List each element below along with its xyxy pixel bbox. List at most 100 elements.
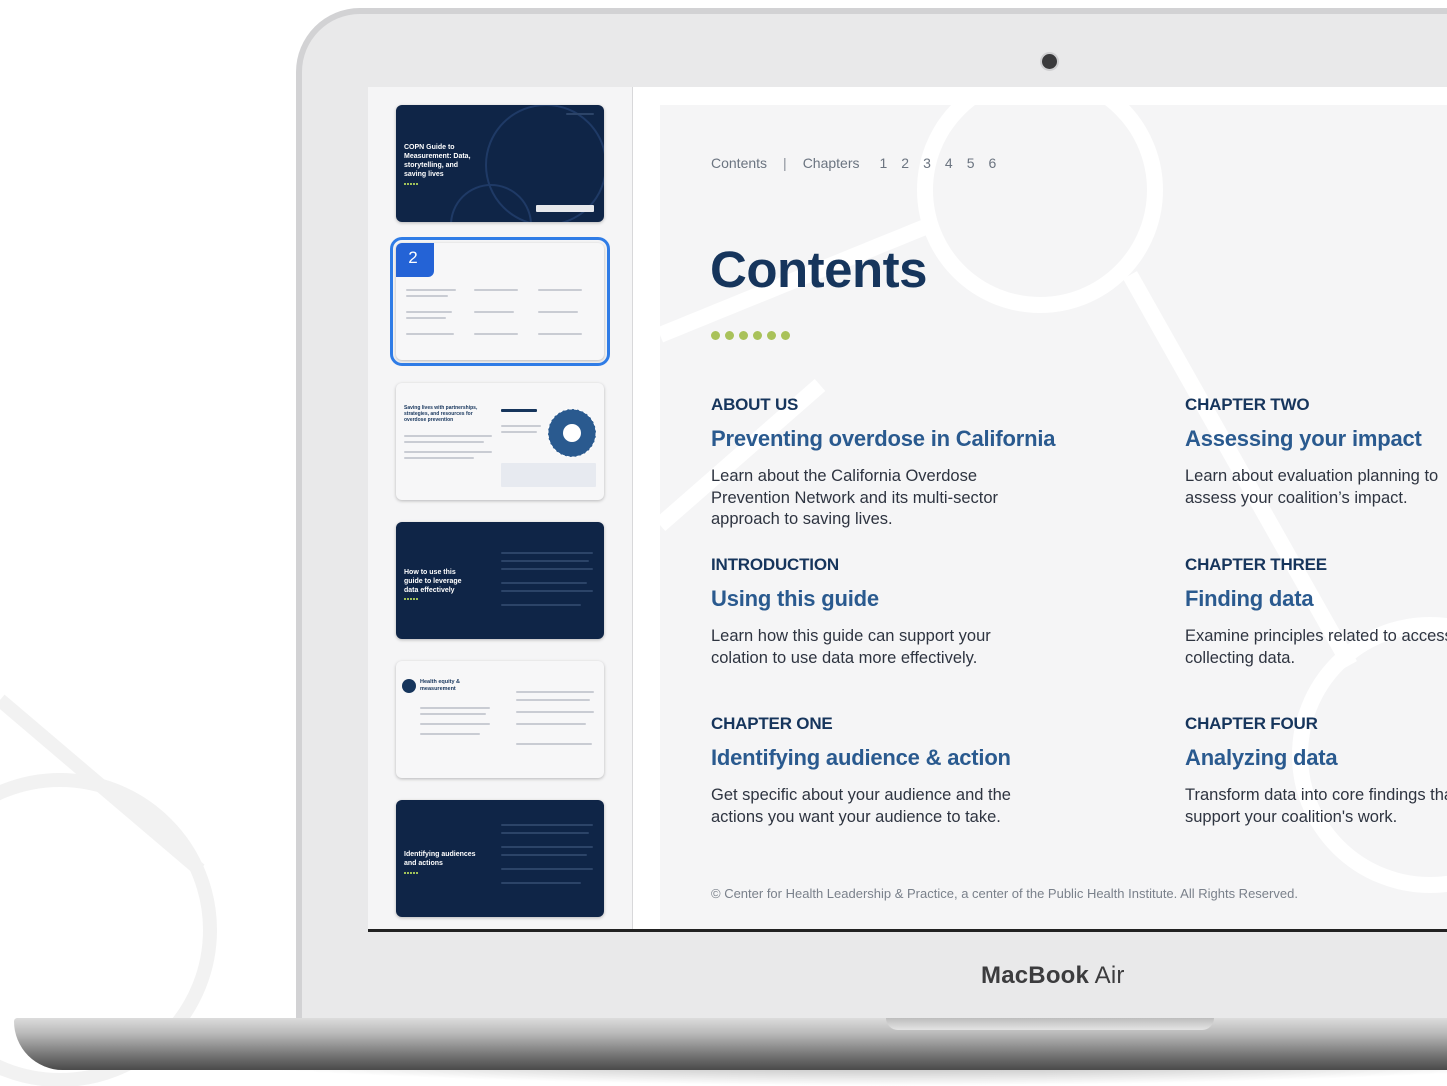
copyright-footer: © Center for Health Leadership & Practic… <box>711 886 1298 901</box>
equity-icon <box>402 679 416 693</box>
thumbnail-text <box>501 425 541 427</box>
page-title: Contents <box>710 241 927 298</box>
nav-page-1[interactable]: 1 <box>880 155 888 171</box>
thumbnail-text <box>474 289 518 291</box>
thumbnail-text <box>501 854 587 856</box>
thumbnail-dots <box>404 183 418 185</box>
section-heading[interactable]: Preventing overdose in California <box>711 426 1131 452</box>
section-category: ABOUT US <box>711 395 799 414</box>
thumbnail-text <box>501 882 581 884</box>
page-thumbnail-4[interactable]: How to use this guide to leverage data e… <box>396 522 604 639</box>
selected-page-number: 2 <box>396 243 434 277</box>
section-description: Learn about the California Overdose Prev… <box>711 467 999 528</box>
thumbnail-text <box>404 441 484 443</box>
thumbnail-text <box>406 289 456 291</box>
thumbnail-text <box>501 846 593 848</box>
section-about-us[interactable]: ABOUT US Preventing overdose in Californ… <box>711 395 1131 531</box>
page-thumbnail-5[interactable]: Health equity & measurement <box>396 661 604 778</box>
thumbnail-info-box <box>501 463 596 487</box>
thumbnail-dots <box>404 872 418 874</box>
thumbnail-title: Identifying audiences and actions <box>404 851 476 867</box>
thumbnail-text <box>501 568 593 570</box>
section-chapter-one[interactable]: CHAPTER ONE Identifying audience & actio… <box>711 714 1131 828</box>
section-heading[interactable]: Assessing your impact <box>1185 426 1447 452</box>
section-category: CHAPTER ONE <box>711 714 833 733</box>
thumbnail-text <box>474 333 518 335</box>
thumbnail-text <box>404 457 474 459</box>
laptop-screen: COPN Guide to Measurement: Data, storyte… <box>368 87 1447 932</box>
nav-page-6[interactable]: 6 <box>988 155 996 171</box>
page-thumbnail-6[interactable]: Identifying audiences and actions <box>396 800 604 917</box>
thumbnail-text <box>516 723 586 725</box>
nav-page-2[interactable]: 2 <box>901 155 909 171</box>
thumbnail-text <box>538 333 582 335</box>
thumbnail-text <box>406 311 452 313</box>
section-description: Learn how this guide can support your co… <box>711 627 991 667</box>
section-introduction[interactable]: INTRODUCTION Using this guide Learn how … <box>711 555 1131 669</box>
thumbnail-text <box>404 451 492 453</box>
section-category: CHAPTER FOUR <box>1185 714 1318 733</box>
nav-page-4[interactable]: 4 <box>945 155 953 171</box>
nav-chapters-label[interactable]: Chapters <box>803 155 860 171</box>
thumbnail-text <box>516 711 594 713</box>
section-heading[interactable]: Using this guide <box>711 586 1131 612</box>
page-thumbnail-sidebar: COPN Guide to Measurement: Data, storyte… <box>368 87 633 929</box>
nav-separator: | <box>783 155 787 171</box>
thumbnail-text <box>406 295 448 297</box>
section-chapter-three[interactable]: CHAPTER THREE Finding data Examine princ… <box>1185 555 1447 669</box>
thumbnail-text <box>501 868 593 870</box>
thumbnail-text <box>516 691 594 693</box>
thumbnail-logo <box>566 113 594 115</box>
thumbnail-text <box>420 733 480 735</box>
page-thumbnail-2[interactable]: 2 <box>390 237 610 366</box>
thumbnail-title: Saving lives with partnerships, strategi… <box>404 405 478 423</box>
laptop-base-notch <box>886 1018 1214 1030</box>
section-heading[interactable]: Analyzing data <box>1185 745 1447 771</box>
section-category: CHAPTER TWO <box>1185 395 1310 414</box>
thumbnail-text <box>420 713 486 715</box>
thumbnail-text <box>501 560 589 562</box>
thumbnail-title: How to use this guide to leverage data e… <box>404 569 462 594</box>
laptop-brand-label: MacBook Air <box>981 962 1125 989</box>
section-chapter-four[interactable]: CHAPTER FOUR Analyzing data Transform da… <box>1185 714 1447 828</box>
nav-page-3[interactable]: 3 <box>923 155 931 171</box>
nav-page-5[interactable]: 5 <box>967 155 975 171</box>
thumbnail-text <box>501 431 537 433</box>
thumbnail-wheel-icon <box>547 408 597 458</box>
thumbnail-text <box>501 604 581 606</box>
section-heading[interactable]: Finding data <box>1185 586 1447 612</box>
section-category: INTRODUCTION <box>711 555 839 574</box>
thumbnail-text <box>538 311 578 313</box>
nav-contents-link[interactable]: Contents <box>711 155 767 171</box>
thumbnail-text <box>501 832 589 834</box>
thumbnail-text <box>406 317 446 319</box>
thumbnail-text <box>420 707 490 709</box>
thumbnail-text <box>538 289 582 291</box>
thumbnail-text <box>501 582 587 584</box>
thumbnail-text <box>516 743 592 745</box>
section-category: CHAPTER THREE <box>1185 555 1327 574</box>
thumbnail-text <box>420 723 490 725</box>
thumbnail-text <box>406 333 454 335</box>
section-description: Learn about evaluation planning to asses… <box>1185 467 1439 507</box>
thumbnail-text <box>501 552 593 554</box>
thumbnail-logos <box>536 205 594 212</box>
webcam-icon <box>1042 54 1057 69</box>
section-heading[interactable]: Identifying audience & action <box>711 745 1131 771</box>
thumbnail-text <box>501 409 537 412</box>
laptop-base <box>14 1018 1447 1070</box>
section-description: Examine principles related to accessing … <box>1185 627 1447 667</box>
thumbnail-text <box>501 590 593 592</box>
thumbnail-text <box>474 311 514 313</box>
page-thumbnail-3[interactable]: Saving lives with partnerships, strategi… <box>396 383 604 500</box>
page-navigation: Contents | Chapters 1 2 3 4 5 6 <box>711 155 996 171</box>
thumbnail-text <box>404 435 492 437</box>
thumbnail-text <box>501 824 593 826</box>
page-thumbnail-1[interactable]: COPN Guide to Measurement: Data, storyte… <box>396 105 604 222</box>
thumbnail-dots <box>404 598 418 600</box>
document-page: Contents | Chapters 1 2 3 4 5 6 Contents… <box>660 105 1447 929</box>
thumbnail-title: Health equity & measurement <box>420 679 461 692</box>
section-chapter-two[interactable]: CHAPTER TWO Assessing your impact Learn … <box>1185 395 1447 509</box>
thumbnail-title: COPN Guide to Measurement: Data, storyte… <box>404 144 471 178</box>
thumbnail-text <box>516 699 590 701</box>
